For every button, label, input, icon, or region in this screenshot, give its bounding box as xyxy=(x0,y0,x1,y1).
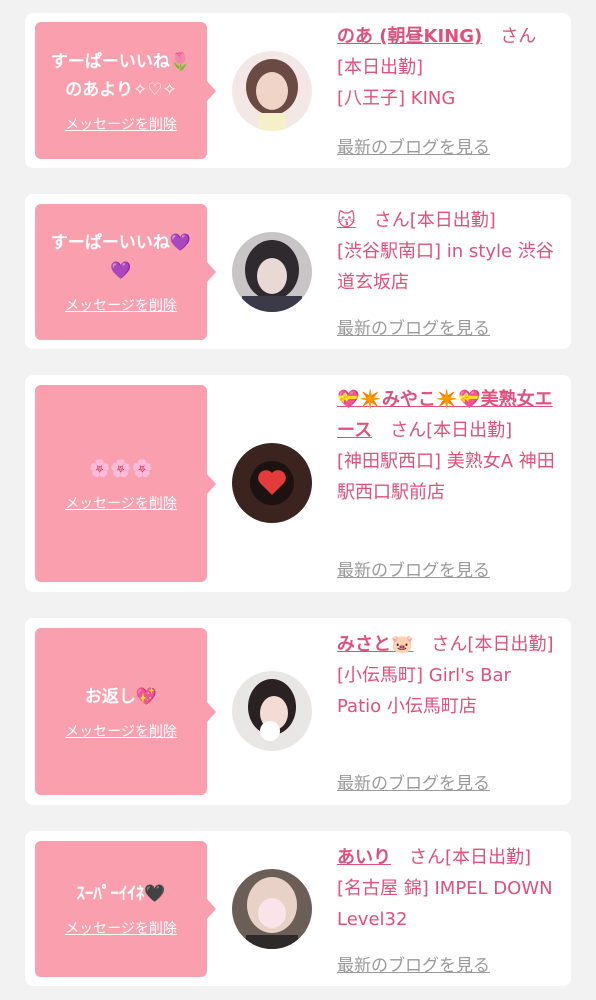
message-bubble: すーぱーいいね💜 💜 メッセージを削除 xyxy=(35,204,216,340)
notification-card: お返し💖 メッセージを削除 みさと🐷 さん[本日出勤] [小伝馬町] Girl's… xyxy=(25,618,571,805)
avatar-photo xyxy=(232,232,312,312)
avatar[interactable] xyxy=(232,443,312,523)
avatar-photo xyxy=(232,671,312,751)
delete-message-link[interactable]: メッセージを削除 xyxy=(65,114,177,134)
avatar-photo xyxy=(232,443,312,523)
message-bubble: すーぱーいいね🌷 のあより✧♡✧ メッセージを削除 xyxy=(35,22,216,159)
blog-link[interactable]: 最新のブログを見る xyxy=(337,556,490,581)
girl-name-link[interactable]: のあ (朝昼KING) xyxy=(337,26,482,47)
avatar[interactable] xyxy=(232,671,312,751)
honorific: さん xyxy=(373,210,410,231)
delete-message-link[interactable]: メッセージを削除 xyxy=(65,918,177,938)
message-bubble: 🌸🌸🌸 メッセージを削除 xyxy=(35,385,216,582)
girl-name-link[interactable]: あいり xyxy=(337,847,391,868)
notification-card: すーぱーいいね💜 💜 メッセージを削除 😽 さん[本日出勤] [渋谷駅南口] in… xyxy=(25,194,571,349)
girl-info: 😽 さん[本日出勤] [渋谷駅南口] in style 渋谷道玄坂店 xyxy=(337,205,559,298)
store-name: [小伝馬町] Girl's Bar Patio 小伝馬町店 xyxy=(337,665,511,717)
shift-status: [本日出勤] xyxy=(445,847,532,868)
store-name: [渋谷駅南口] in style 渋谷道玄坂店 xyxy=(337,241,554,293)
shift-status: [本日出勤] xyxy=(337,57,424,78)
store-name: [神田駅西口] 美熟女A 神田駅西口駅前店 xyxy=(337,451,555,503)
girl-name-link[interactable]: みさと🐷 xyxy=(337,634,413,655)
message-text: お返し💖 xyxy=(84,686,158,707)
store-name: [八王子] KING xyxy=(337,88,456,109)
honorific: さん xyxy=(431,634,468,655)
message-bubble: お返し💖 メッセージを削除 xyxy=(35,628,216,795)
message-text: ｽｰﾊﾟｰｲｲﾈ🖤 xyxy=(76,884,166,904)
store-name: [名古屋 錦] IMPEL DOWN Level32 xyxy=(337,878,553,930)
avatar-photo xyxy=(232,51,312,131)
notification-card: すーぱーいいね🌷 のあより✧♡✧ メッセージを削除 のあ (朝昼KING) さん … xyxy=(25,13,571,168)
notification-card: 🌸🌸🌸 メッセージを削除 💝✴️みやこ✴️💝美熟女エース さん[本日出勤] [神田… xyxy=(25,375,571,592)
honorific: さん xyxy=(500,26,537,47)
girl-name-link[interactable]: 😽 xyxy=(337,210,356,231)
shift-status: [本日出勤] xyxy=(467,634,554,655)
delete-message-link[interactable]: メッセージを削除 xyxy=(65,721,177,741)
message-text: すーぱーいいね💜 💜 xyxy=(50,233,192,281)
honorific: さん xyxy=(409,847,445,868)
avatar-photo xyxy=(232,869,312,949)
message-bubble: ｽｰﾊﾟｰｲｲﾈ🖤 メッセージを削除 xyxy=(35,841,216,977)
message-text: 🌸🌸🌸 xyxy=(89,458,153,479)
girl-info: 💝✴️みやこ✴️💝美熟女エース さん[本日出勤] [神田駅西口] 美熟女A 神田駅… xyxy=(337,384,559,508)
girl-info: あいり さん[本日出勤] [名古屋 錦] IMPEL DOWN Level32 xyxy=(337,842,559,935)
girl-info: のあ (朝昼KING) さん [本日出勤] [八王子] KING xyxy=(337,21,559,114)
message-text: すーぱーいいね🌷 のあより✧♡✧ xyxy=(50,51,192,100)
notification-card: ｽｰﾊﾟｰｲｲﾈ🖤 メッセージを削除 あいり さん[本日出勤] [名古屋 錦] I… xyxy=(25,831,571,986)
blog-link[interactable]: 最新のブログを見る xyxy=(337,769,490,794)
shift-status: [本日出勤] xyxy=(409,210,496,231)
delete-message-link[interactable]: メッセージを削除 xyxy=(65,295,177,315)
blog-link[interactable]: 最新のブログを見る xyxy=(337,314,490,339)
blog-link[interactable]: 最新のブログを見る xyxy=(337,951,490,976)
delete-message-link[interactable]: メッセージを削除 xyxy=(65,493,177,513)
avatar[interactable] xyxy=(232,232,312,312)
girl-info: みさと🐷 さん[本日出勤] [小伝馬町] Girl's Bar Patio 小伝馬… xyxy=(337,629,559,722)
honorific: さん xyxy=(390,420,427,441)
avatar[interactable] xyxy=(232,869,312,949)
blog-link[interactable]: 最新のブログを見る xyxy=(337,133,490,158)
avatar[interactable] xyxy=(232,51,312,131)
shift-status: [本日出勤] xyxy=(426,420,513,441)
